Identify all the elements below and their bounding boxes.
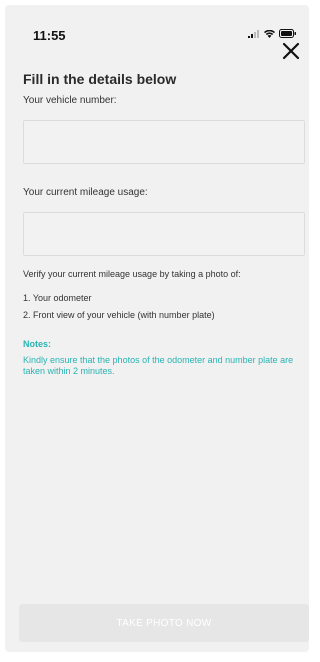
- status-icons: [248, 29, 297, 38]
- mileage-input[interactable]: [23, 212, 305, 256]
- signal-icon: [248, 29, 259, 38]
- vehicle-number-label: Your vehicle number:: [23, 95, 117, 106]
- wifi-icon: [264, 29, 275, 38]
- battery-icon: [279, 29, 296, 38]
- take-photo-button[interactable]: TAKE PHOTO NOW: [19, 604, 309, 642]
- step-front-view: 2. Front view of your vehicle (with numb…: [23, 310, 215, 320]
- page-title: Fill in the details below: [23, 71, 177, 87]
- status-bar: 11:55: [5, 5, 309, 43]
- step-odometer: 1. Your odometer: [23, 293, 92, 303]
- close-icon: [282, 42, 300, 60]
- notes-text: Kindly ensure that the photos of the odo…: [23, 355, 294, 376]
- notes-title: Notes:: [23, 339, 52, 349]
- close-button[interactable]: [281, 41, 301, 61]
- mileage-label: Your current mileage usage:: [23, 187, 148, 198]
- app-screen: 11:55 Fill in the details below Your veh…: [5, 5, 309, 652]
- verify-instructions: Verify your current mileage usage by tak…: [23, 269, 241, 279]
- form-content: Fill in the details below Your vehicle n…: [23, 71, 305, 377]
- vehicle-number-input[interactable]: [23, 120, 305, 164]
- status-time: 11:55: [33, 28, 66, 43]
